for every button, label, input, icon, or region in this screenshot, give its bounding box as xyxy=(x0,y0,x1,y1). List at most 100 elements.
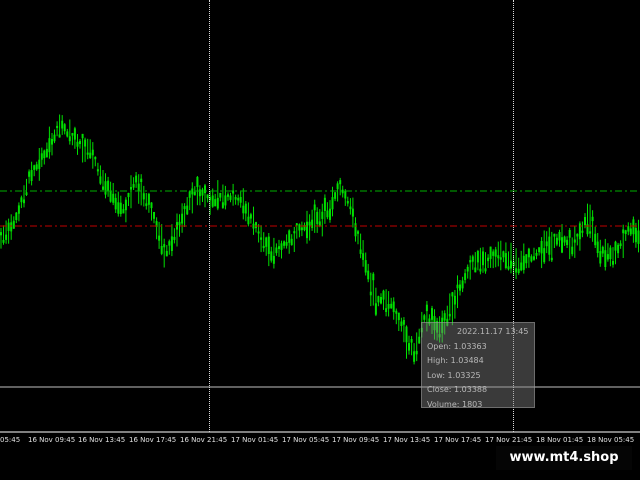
price-bar-body xyxy=(313,204,316,211)
price-bar-body xyxy=(622,229,625,234)
price-bar-body xyxy=(400,321,403,326)
time-axis-label: 16 Nov 09:45 xyxy=(28,436,76,444)
price-bar-body xyxy=(270,251,273,261)
price-bar-body xyxy=(632,219,635,235)
price-bar-body xyxy=(99,176,102,184)
price-bar-body xyxy=(456,284,459,289)
price-bar-body xyxy=(397,312,400,321)
price-bar-body xyxy=(224,195,227,206)
price-bar-body xyxy=(548,236,551,255)
price-bar-body xyxy=(61,120,64,129)
price-bar-body xyxy=(344,190,347,199)
price-bar-body xyxy=(188,191,191,198)
price-bar-body xyxy=(466,266,469,272)
price-bar-body xyxy=(525,254,528,264)
price-bar-body xyxy=(374,303,377,315)
price-bar-body xyxy=(247,216,250,225)
price-bar-body xyxy=(362,253,365,260)
time-axis-label: 16 Nov 13:45 xyxy=(78,436,126,444)
price-bar-body xyxy=(300,227,303,231)
price-bar-body xyxy=(494,249,497,257)
price-bar-body xyxy=(127,193,130,198)
price-bar-body xyxy=(298,224,301,231)
price-bar-body xyxy=(48,138,51,153)
price-bar-body xyxy=(122,209,125,214)
price-bar-body xyxy=(227,194,229,197)
price-bar-body xyxy=(140,178,143,182)
price-bar-body xyxy=(527,248,530,258)
price-bar-body xyxy=(221,202,224,208)
price-bar-body xyxy=(453,295,456,305)
price-bar-body xyxy=(183,206,186,210)
price-bar-body xyxy=(561,237,563,253)
tooltip-volume: Volume: 1803 xyxy=(427,399,483,409)
price-bar-body xyxy=(349,206,352,210)
price-bar-body xyxy=(33,165,36,170)
price-bar-body xyxy=(30,170,33,181)
price-bar-body xyxy=(147,193,150,205)
price-bar-body xyxy=(507,266,510,270)
tooltip-datetime: 2022.11.17 13:45 xyxy=(457,327,529,336)
price-bar-body xyxy=(76,141,79,147)
price-bar-body xyxy=(339,180,342,185)
price-bar-body xyxy=(244,203,247,214)
price-bar-body xyxy=(448,313,451,317)
candlestick-plot xyxy=(0,114,640,433)
price-bar-body xyxy=(431,308,433,320)
bar-info-tooltip: 2022.11.17 13:45 Open: 1.03363 High: 1.0… xyxy=(421,322,535,409)
price-bar-body xyxy=(306,221,308,239)
day-separator-line xyxy=(209,0,210,432)
price-bar-body xyxy=(267,236,270,254)
price-bar-body xyxy=(461,280,464,289)
price-bar-body xyxy=(316,211,319,225)
price-bar-body xyxy=(418,336,421,344)
price-bar-body xyxy=(617,244,620,254)
price-bar-body xyxy=(423,315,426,320)
price-bar-body xyxy=(278,246,280,249)
price-bar-body xyxy=(178,221,181,226)
price-bar-body xyxy=(612,261,614,265)
price-bar-body xyxy=(102,186,104,190)
price-bar-body xyxy=(165,250,168,257)
price-bar-body xyxy=(563,236,566,243)
price-bar-body xyxy=(0,232,2,236)
price-bar-body xyxy=(311,219,314,228)
price-bar-body xyxy=(364,260,367,273)
price-bar-body xyxy=(198,189,201,197)
price-bar-body xyxy=(272,255,275,264)
price-bar-body xyxy=(596,241,599,253)
tooltip-high: High: 1.03484 xyxy=(427,356,484,366)
watermark-logo: www.mt4.shop xyxy=(496,446,632,470)
price-bar-body xyxy=(117,202,120,214)
price-bar-body xyxy=(66,131,69,137)
price-bar-body xyxy=(89,152,92,158)
price-bar-body xyxy=(204,185,206,194)
price-bar-body xyxy=(425,304,428,312)
price-bar-body xyxy=(242,205,245,214)
price-bar-body xyxy=(249,214,252,219)
price-bar-body xyxy=(96,169,99,172)
price-bar-body xyxy=(43,150,46,159)
price-bar-body xyxy=(405,326,408,343)
price-bar-body xyxy=(413,351,416,362)
price-bar-body xyxy=(283,241,286,246)
price-bar-body xyxy=(145,203,148,206)
tooltip-low: Low: 1.03325 xyxy=(427,370,481,380)
price-bar-body xyxy=(326,210,329,218)
price-chart[interactable]: 05:45 16 Nov 09:45 16 Nov 13:45 16 Nov 1… xyxy=(0,0,640,480)
price-bar-body xyxy=(35,164,38,170)
price-bar-body xyxy=(237,197,240,201)
price-bar-body xyxy=(45,148,48,158)
price-bar-body xyxy=(606,254,609,260)
price-bar-body xyxy=(410,339,413,343)
price-bar-body xyxy=(104,181,107,195)
price-bar-body xyxy=(637,230,640,244)
price-bar-body xyxy=(372,273,375,281)
price-bar-body xyxy=(395,310,398,314)
price-bar-body xyxy=(216,197,219,209)
price-bar-body xyxy=(288,230,291,243)
price-bar-body xyxy=(584,217,586,226)
price-bar-body xyxy=(20,197,23,203)
price-bar-body xyxy=(280,243,283,250)
price-bar-body xyxy=(84,139,87,147)
